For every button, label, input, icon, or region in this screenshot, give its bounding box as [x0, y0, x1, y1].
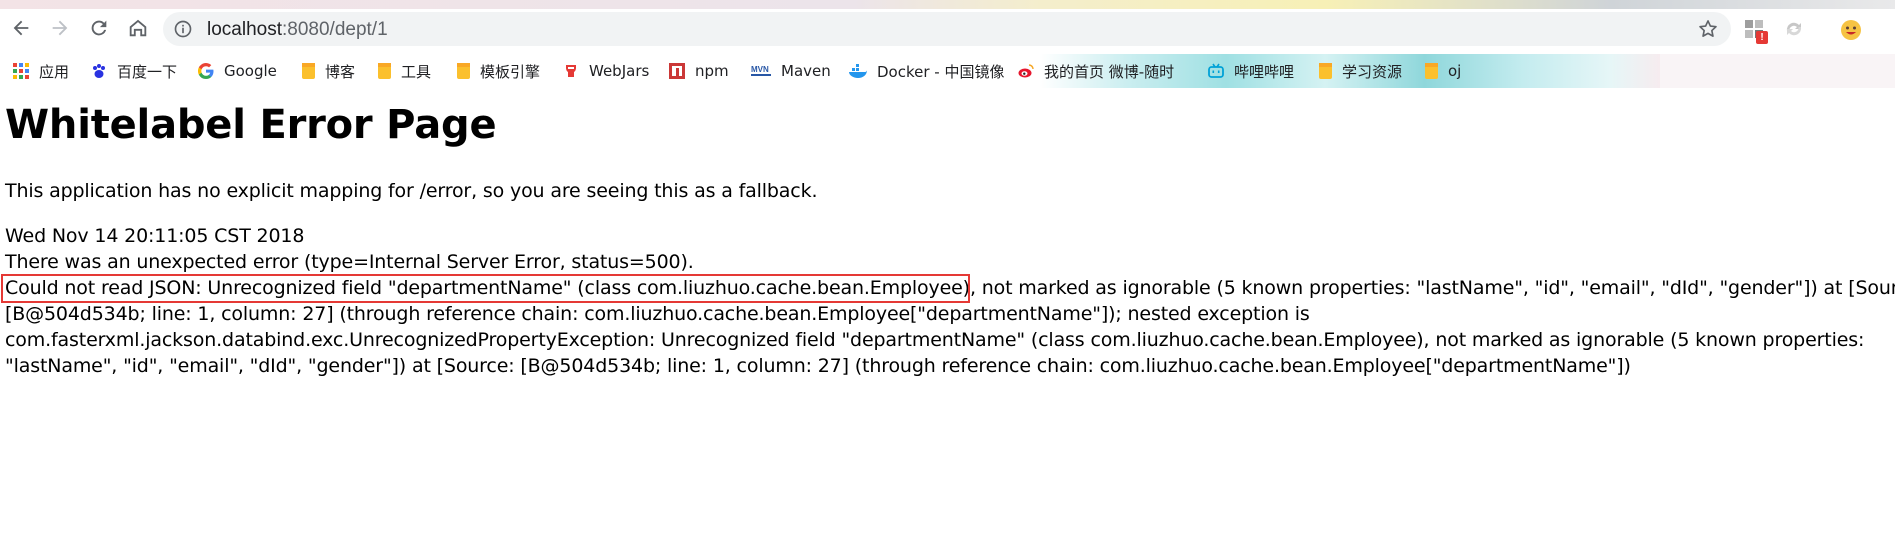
- bookmark-folder-tools[interactable]: 工具: [378, 54, 431, 88]
- maven-icon: MVN: [751, 65, 771, 76]
- bookmark-label: oj: [1448, 62, 1462, 80]
- browser-toolbar: localhost:8080/dept/1 !: [0, 0, 1895, 58]
- bookmark-folder-oj[interactable]: oj: [1425, 54, 1461, 88]
- error-message-line: com.fasterxml.jackson.databind.exc.Unrec…: [5, 329, 1865, 351]
- bookmark-label: 学习资源: [1342, 62, 1403, 81]
- error-timestamp: Wed Nov 14 20:11:05 CST 2018: [5, 225, 305, 247]
- error-summary: There was an unexpected error (type=Inte…: [5, 251, 694, 273]
- bookmark-label: Maven: [781, 62, 831, 80]
- bookmark-weibo[interactable]: 我的首页 微博-随时: [1018, 54, 1174, 88]
- bookmark-apps[interactable]: 应用: [13, 54, 69, 88]
- bookmark-baidu[interactable]: 百度一下: [91, 54, 177, 88]
- reload-button[interactable]: [83, 12, 115, 44]
- forward-button[interactable]: [44, 12, 76, 44]
- bookmark-star-icon[interactable]: [1697, 18, 1719, 40]
- error-message-line: "lastName", "id", "email", "dId", "gende…: [5, 355, 1631, 377]
- page-title: Whitelabel Error Page: [5, 102, 497, 148]
- bookmark-label: 工具: [401, 62, 432, 81]
- url-text[interactable]: localhost:8080/dept/1: [207, 19, 388, 41]
- bookmark-label: 博客: [325, 62, 356, 81]
- docker-icon: [849, 64, 867, 78]
- bookmark-label: Docker - 中国镜像: [877, 62, 1005, 81]
- bookmark-maven[interactable]: MVN Maven: [751, 54, 831, 88]
- arrow-left-icon: [13, 20, 29, 36]
- folder-icon: [457, 63, 470, 79]
- weibo-icon: [1018, 64, 1034, 78]
- bookmark-bilibili[interactable]: 哔哩哔哩: [1208, 54, 1294, 88]
- reload-icon: [91, 20, 107, 36]
- apps-grid-icon: [13, 63, 29, 79]
- npm-icon: [669, 63, 685, 79]
- page-content: Whitelabel Error Page This application h…: [0, 88, 1895, 546]
- bilibili-icon: [1208, 63, 1224, 78]
- svg-text:MVN: MVN: [751, 65, 769, 74]
- bookmark-npm[interactable]: npm: [669, 54, 729, 88]
- bookmark-label: Google: [224, 62, 277, 80]
- home-button[interactable]: [122, 12, 154, 44]
- folder-icon: [302, 63, 315, 79]
- theme-decoration-right: [1660, 54, 1895, 88]
- folder-icon: [378, 63, 391, 79]
- bookmark-label: WebJars: [589, 62, 650, 80]
- arrow-right-icon: [52, 20, 68, 36]
- folder-icon: [1425, 63, 1438, 79]
- bookmarks-bar: 应用 百度一下 Google 博客 工具 模板引擎 WebJars npm MV…: [0, 54, 1895, 88]
- emoji-face-icon[interactable]: [1838, 17, 1864, 43]
- google-g-icon: [198, 63, 214, 79]
- extension-arrows-icon[interactable]: [1782, 17, 1806, 41]
- bookmark-folder-learning[interactable]: 学习资源: [1319, 54, 1402, 88]
- bookmark-folder-blog[interactable]: 博客: [302, 54, 355, 88]
- bookmark-label: 应用: [39, 62, 70, 81]
- bookmark-google[interactable]: Google: [198, 54, 277, 88]
- bookmark-folder-templates[interactable]: 模板引擎: [457, 54, 540, 88]
- bookmark-label: 我的首页 微博-随时: [1044, 62, 1175, 81]
- bookmark-label: npm: [695, 62, 729, 80]
- info-icon[interactable]: [173, 19, 193, 39]
- browser-theme-strip: [0, 0, 1895, 9]
- bookmark-docker[interactable]: Docker - 中国镜像: [849, 54, 1004, 88]
- extension-badge: !: [1756, 31, 1768, 44]
- folder-icon: [1319, 63, 1332, 79]
- baidu-paw-icon: [93, 64, 105, 78]
- home-icon: [129, 19, 147, 37]
- address-bar[interactable]: localhost:8080/dept/1: [163, 12, 1731, 46]
- webjars-icon: [566, 65, 576, 77]
- fallback-message: This application has no explicit mapping…: [5, 180, 818, 202]
- bookmark-label: 哔哩哔哩: [1234, 62, 1295, 81]
- annotation-highlight-box: [1, 274, 970, 303]
- back-button[interactable]: [5, 12, 37, 44]
- url-path: :8080/dept/1: [282, 19, 388, 40]
- bookmark-label: 百度一下: [117, 62, 178, 81]
- error-message-line: [B@504d534b; line: 1, column: 27] (throu…: [5, 303, 1310, 325]
- url-host: localhost: [207, 19, 282, 40]
- bookmark-webjars[interactable]: WebJars: [563, 54, 649, 88]
- bookmark-label: 模板引擎: [480, 62, 541, 81]
